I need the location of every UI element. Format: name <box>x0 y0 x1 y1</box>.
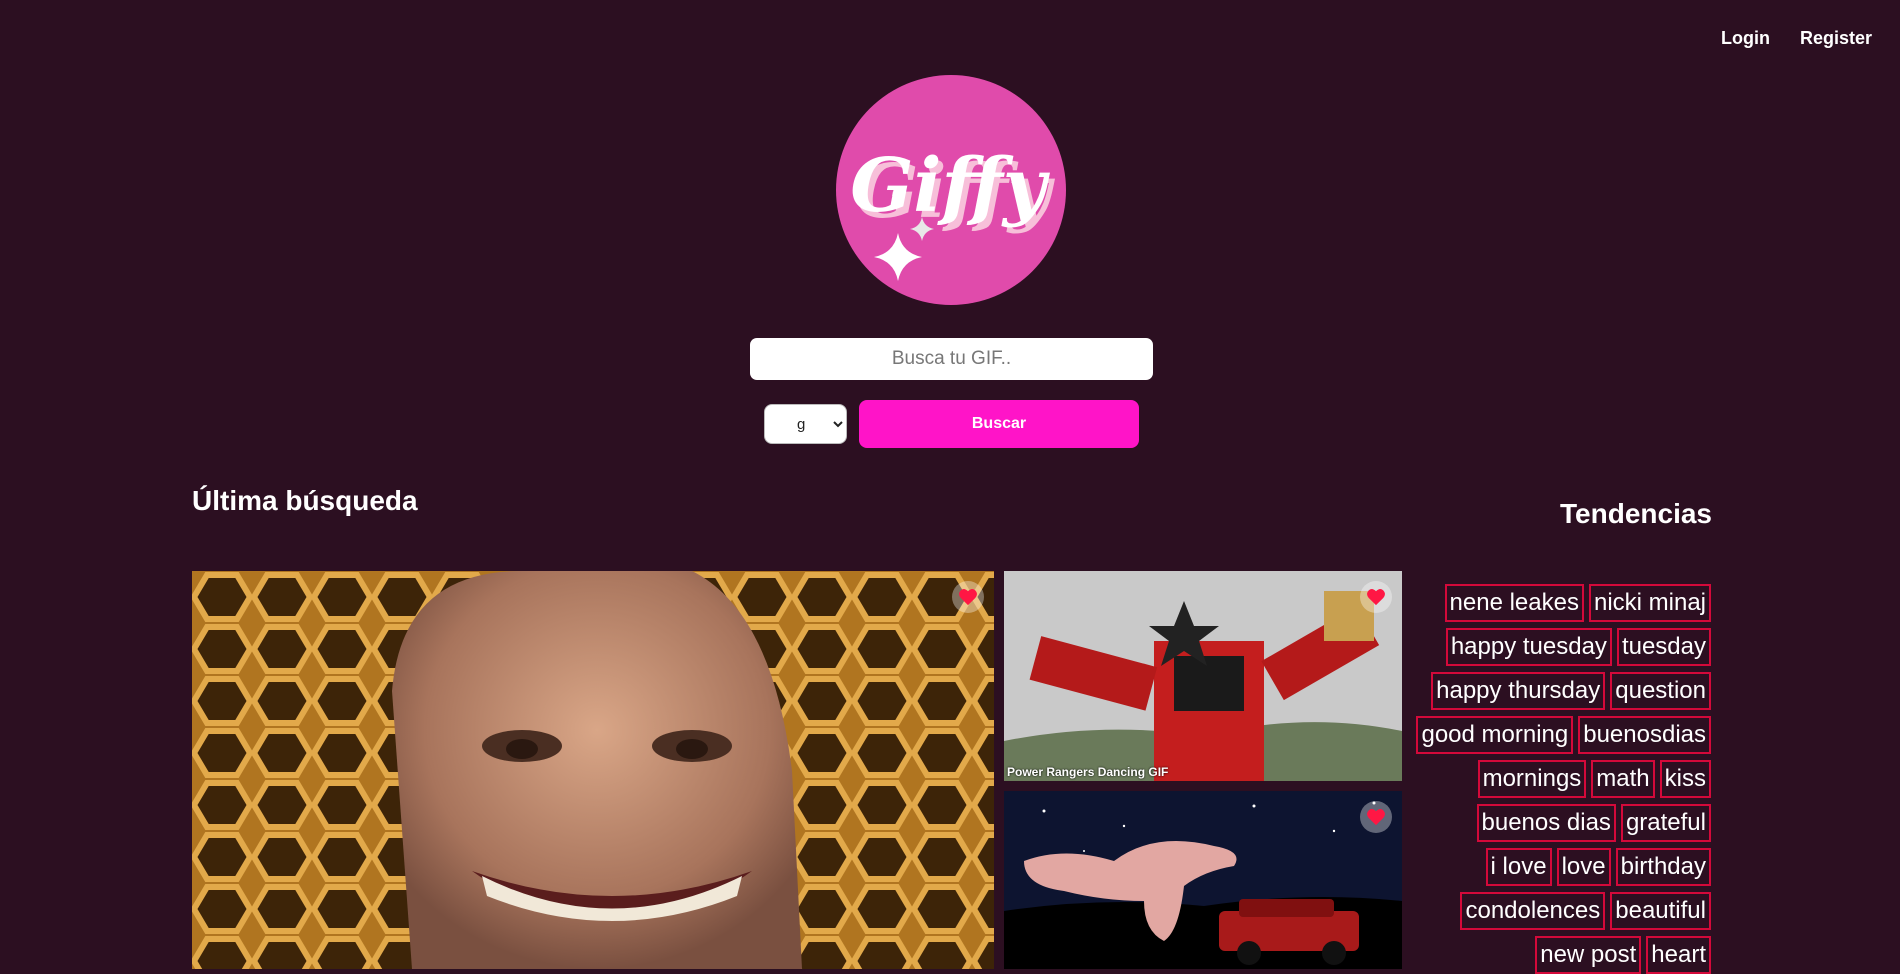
trends-list: nene leakes nicki minaj happy tuesday tu… <box>1415 584 1711 974</box>
trend-tag[interactable]: i love <box>1485 848 1552 886</box>
trend-tag[interactable]: happy thursday <box>1431 672 1606 710</box>
favorite-button[interactable] <box>952 581 984 613</box>
trend-tag[interactable]: mornings <box>1477 760 1587 798</box>
gif-card-power-rangers[interactable]: Power Rangers Dancing GIF <box>1004 571 1402 781</box>
last-search-title: Última búsqueda <box>192 485 418 516</box>
trend-tag[interactable]: tuesday <box>1616 628 1711 666</box>
logo-text: Giffy <box>850 143 1051 229</box>
favorite-button[interactable] <box>1360 801 1392 833</box>
gif-image-honeycomb-face <box>192 571 994 969</box>
gif-title: Power Rangers Dancing GIF <box>1007 765 1169 779</box>
top-nav: Login Register <box>1721 28 1872 49</box>
search-button[interactable]: Buscar <box>859 400 1139 448</box>
trend-tag[interactable]: buenosdias <box>1578 716 1711 754</box>
trend-tag[interactable]: question <box>1610 672 1711 710</box>
trend-tag[interactable]: nicki minaj <box>1588 584 1711 622</box>
heart-icon <box>1367 589 1385 606</box>
trend-tag[interactable]: grateful <box>1620 804 1711 842</box>
trend-tag[interactable]: beautiful <box>1610 892 1711 930</box>
search-input[interactable] <box>750 338 1153 380</box>
gif-image-dino-nugget <box>1004 791 1402 969</box>
trend-tag[interactable]: happy tuesday <box>1445 628 1612 666</box>
trend-tag[interactable]: kiss <box>1659 760 1711 798</box>
trend-tag[interactable]: math <box>1591 760 1655 798</box>
rating-select[interactable]: g <box>764 404 847 444</box>
gif-image-robot <box>1004 571 1402 781</box>
favorite-button[interactable] <box>1360 581 1392 613</box>
register-link[interactable]: Register <box>1800 28 1872 49</box>
trend-tag[interactable]: condolences <box>1460 892 1606 930</box>
trend-tag[interactable]: nene leakes <box>1444 584 1584 622</box>
trend-tag[interactable]: love <box>1556 848 1611 886</box>
trend-tag[interactable]: heart <box>1646 936 1711 974</box>
gif-card-main[interactable] <box>192 571 994 969</box>
gif-card-dino-nugget[interactable] <box>1004 791 1402 969</box>
trend-tag[interactable]: new post <box>1535 936 1642 974</box>
trends-title: Tendencias <box>1560 498 1712 529</box>
giffy-logo[interactable]: Giffy Giffy <box>836 75 1066 305</box>
login-link[interactable]: Login <box>1721 28 1770 49</box>
trend-tag[interactable]: good morning <box>1416 716 1574 754</box>
trend-tag[interactable]: buenos dias <box>1476 804 1616 842</box>
heart-icon <box>959 589 977 606</box>
trend-tag[interactable]: birthday <box>1615 848 1711 886</box>
heart-icon <box>1367 809 1385 826</box>
